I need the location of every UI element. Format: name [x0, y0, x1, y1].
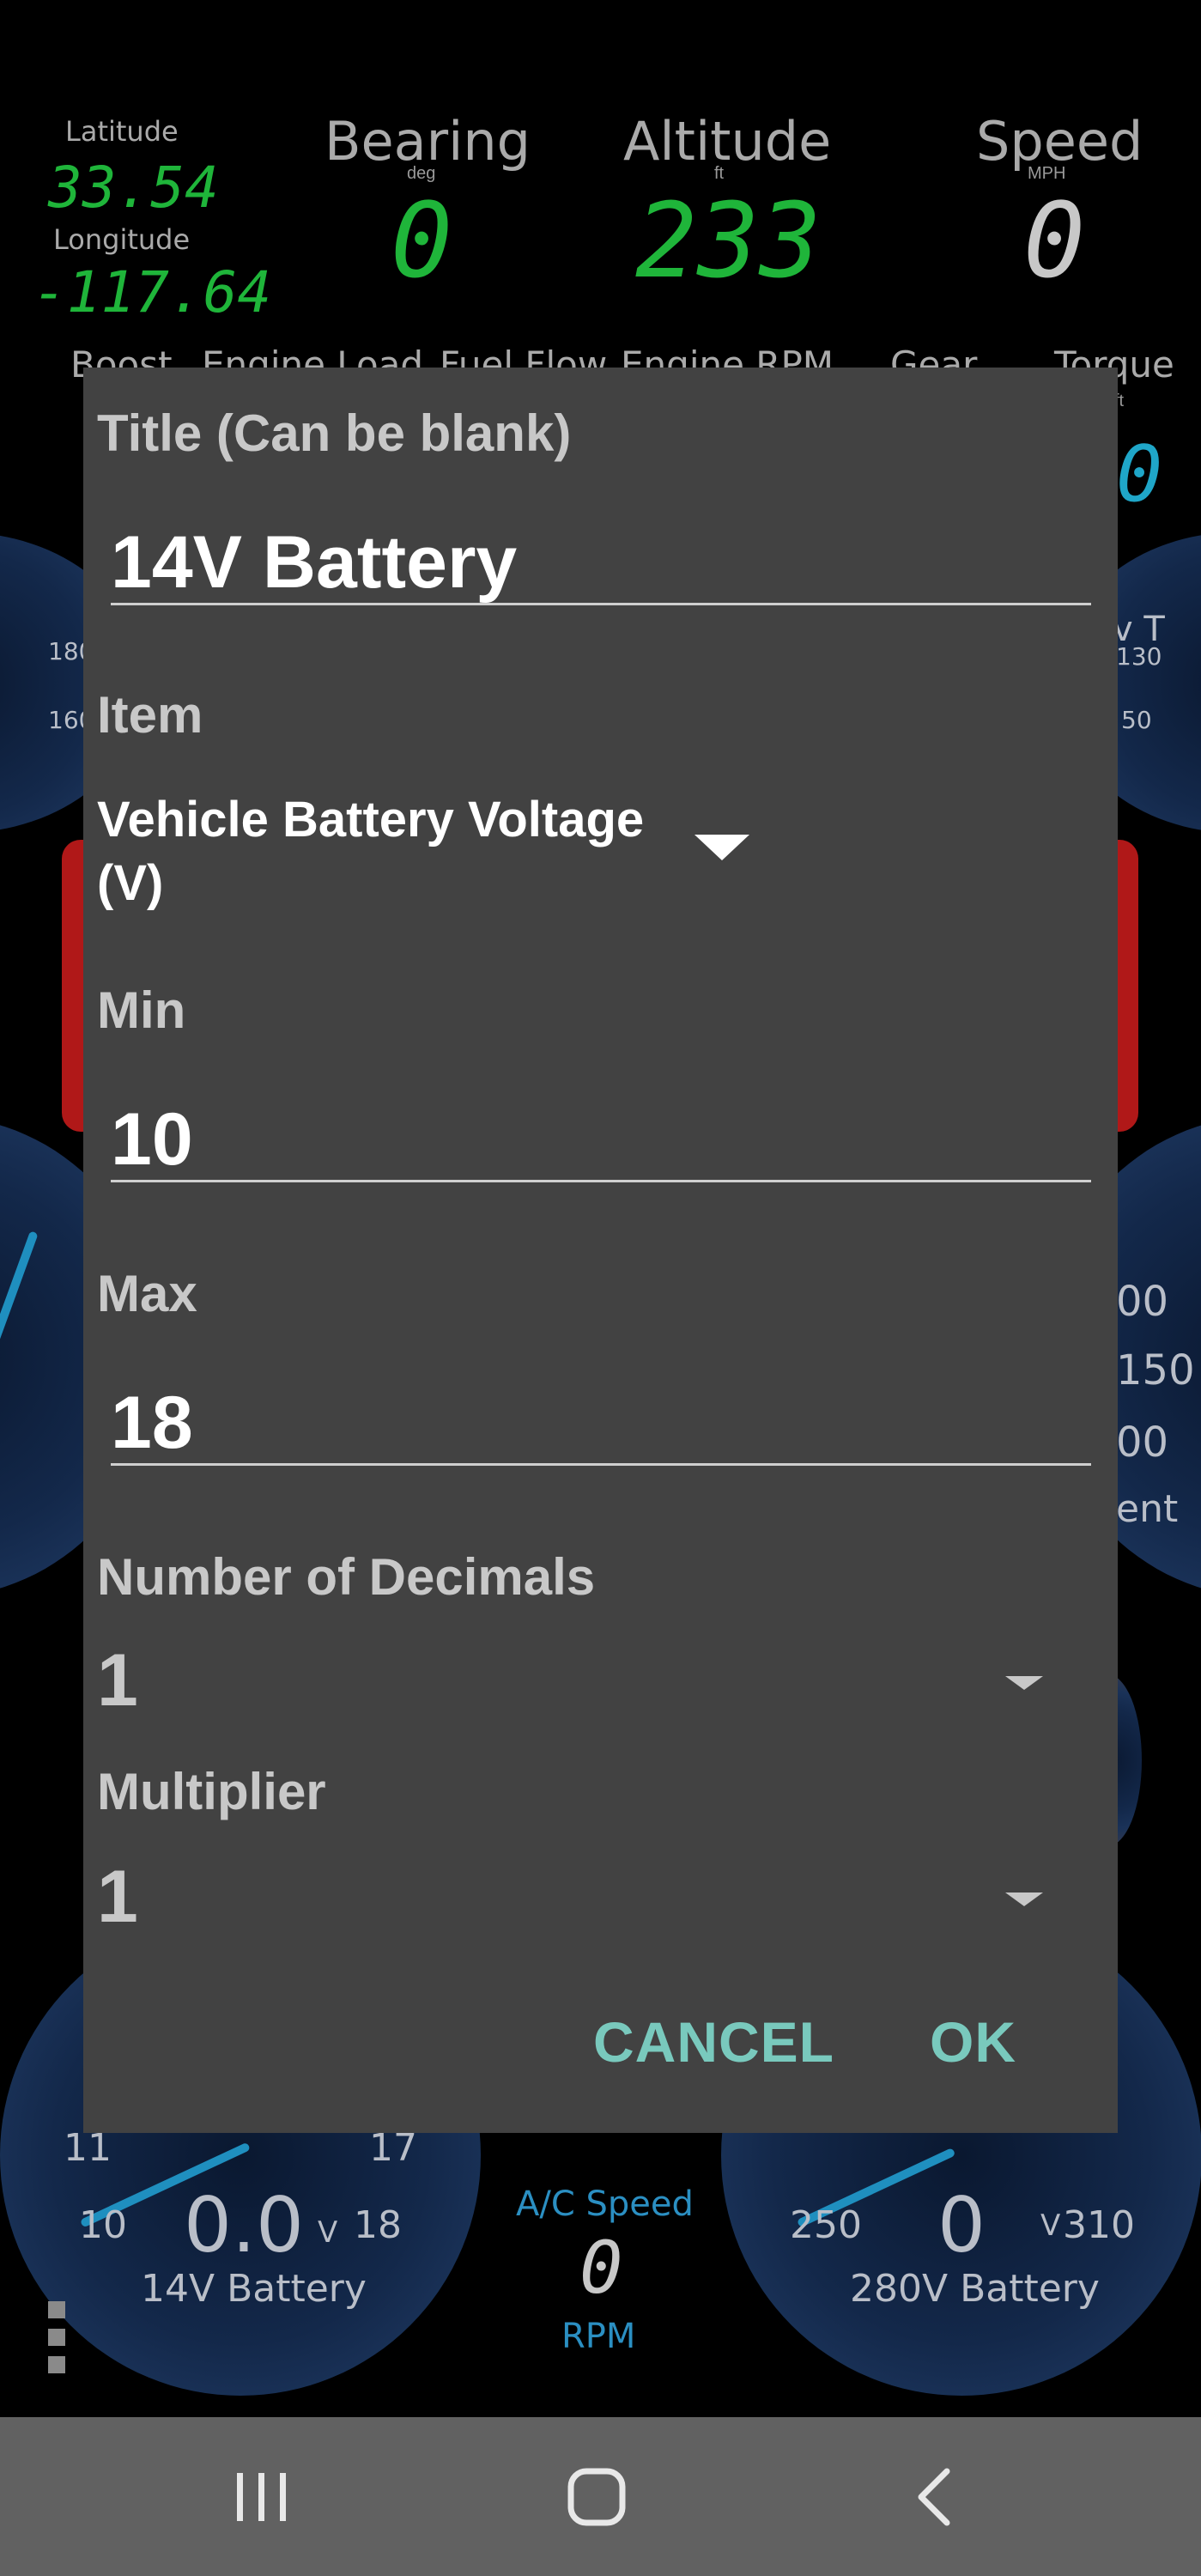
right-middle-tick: 150: [1116, 1346, 1195, 1394]
home-button[interactable]: [502, 2417, 691, 2576]
right-middle-tick: 00: [1116, 1419, 1169, 1467]
battery14-value: 0.0: [184, 2181, 304, 2269]
right-middle-tick: 00: [1116, 1278, 1169, 1326]
speed-unit: MPH: [1028, 164, 1066, 183]
recent-apps-icon: [237, 2472, 286, 2521]
min-field[interactable]: [111, 1097, 1091, 1182]
max-input[interactable]: [111, 1381, 1091, 1466]
latitude-label: Latitude: [65, 115, 179, 148]
title-label: Title (Can be blank): [97, 404, 572, 462]
ac-speed-label: A/C Speed: [516, 2184, 694, 2224]
max-field[interactable]: [111, 1381, 1091, 1466]
ac-speed-value: 0: [579, 2226, 623, 2310]
altitude-value: 233: [635, 182, 822, 301]
min-input[interactable]: [111, 1097, 1091, 1182]
longitude-label: Longitude: [53, 223, 191, 256]
right-middle-text: ent: [1116, 1487, 1179, 1531]
battery280-value: 0: [937, 2181, 986, 2269]
system-navigation-bar: [0, 2417, 1201, 2576]
battery14-unit: V: [318, 2215, 338, 2250]
battery280-tick: 310: [1063, 2203, 1135, 2247]
back-icon: [918, 2468, 950, 2525]
ac-speed-unit: RPM: [561, 2317, 636, 2356]
item-value-line1: Vehicle Battery Voltage: [97, 792, 645, 848]
title-input[interactable]: [111, 520, 1091, 605]
recent-apps-button[interactable]: [167, 2417, 356, 2576]
battery14-tick: 10: [79, 2203, 127, 2247]
item-dropdown-icon: [695, 835, 749, 860]
home-icon: [567, 2468, 626, 2525]
item-value-line2: (V): [97, 855, 164, 911]
multiplier-spinner[interactable]: 1: [97, 1855, 1084, 1949]
battery280-unit: V: [1040, 2208, 1061, 2243]
longitude-value: -117.64: [33, 259, 272, 325]
overflow-menu-icon[interactable]: [48, 2301, 67, 2379]
multiplier-dropdown-icon: [1005, 1893, 1043, 1906]
min-label: Min: [97, 981, 186, 1039]
multiplier-label: Multiplier: [97, 1763, 326, 1820]
decimals-label: Number of Decimals: [97, 1548, 596, 1606]
speed-value: 0: [1023, 182, 1086, 301]
title-field[interactable]: [111, 520, 1091, 605]
battery14-tick: 18: [354, 2203, 402, 2247]
decimals-dropdown-icon: [1005, 1676, 1043, 1690]
decimals-spinner[interactable]: 1: [97, 1638, 1084, 1733]
decimals-value: 1: [97, 1639, 138, 1722]
right-gauge-tick: 50: [1121, 706, 1152, 734]
cancel-button[interactable]: CANCEL: [593, 2009, 834, 2075]
battery280-tick: 250: [790, 2203, 862, 2247]
item-label: Item: [97, 686, 203, 744]
item-spinner[interactable]: Vehicle Battery Voltage (V): [97, 788, 1084, 926]
battery280-label: 280V Battery: [850, 2267, 1100, 2311]
latitude-value: 33.54: [48, 155, 219, 221]
back-button[interactable]: [840, 2417, 1028, 2576]
ok-button[interactable]: OK: [930, 2009, 1016, 2075]
altitude-unit: ft: [714, 164, 725, 183]
right-gauge-tick: 130: [1116, 642, 1162, 671]
max-label: Max: [97, 1265, 197, 1322]
bearing-value: 0: [391, 182, 453, 301]
bearing-unit: deg: [407, 164, 436, 183]
gauge-settings-dialog: Title (Can be blank) Item Vehicle Batter…: [83, 368, 1118, 2133]
altitude-label: Altitude: [623, 110, 832, 173]
torque-value-fragment: 0: [1116, 429, 1163, 519]
multiplier-value: 1: [97, 1856, 138, 1938]
battery14-label: 14V Battery: [141, 2267, 367, 2311]
